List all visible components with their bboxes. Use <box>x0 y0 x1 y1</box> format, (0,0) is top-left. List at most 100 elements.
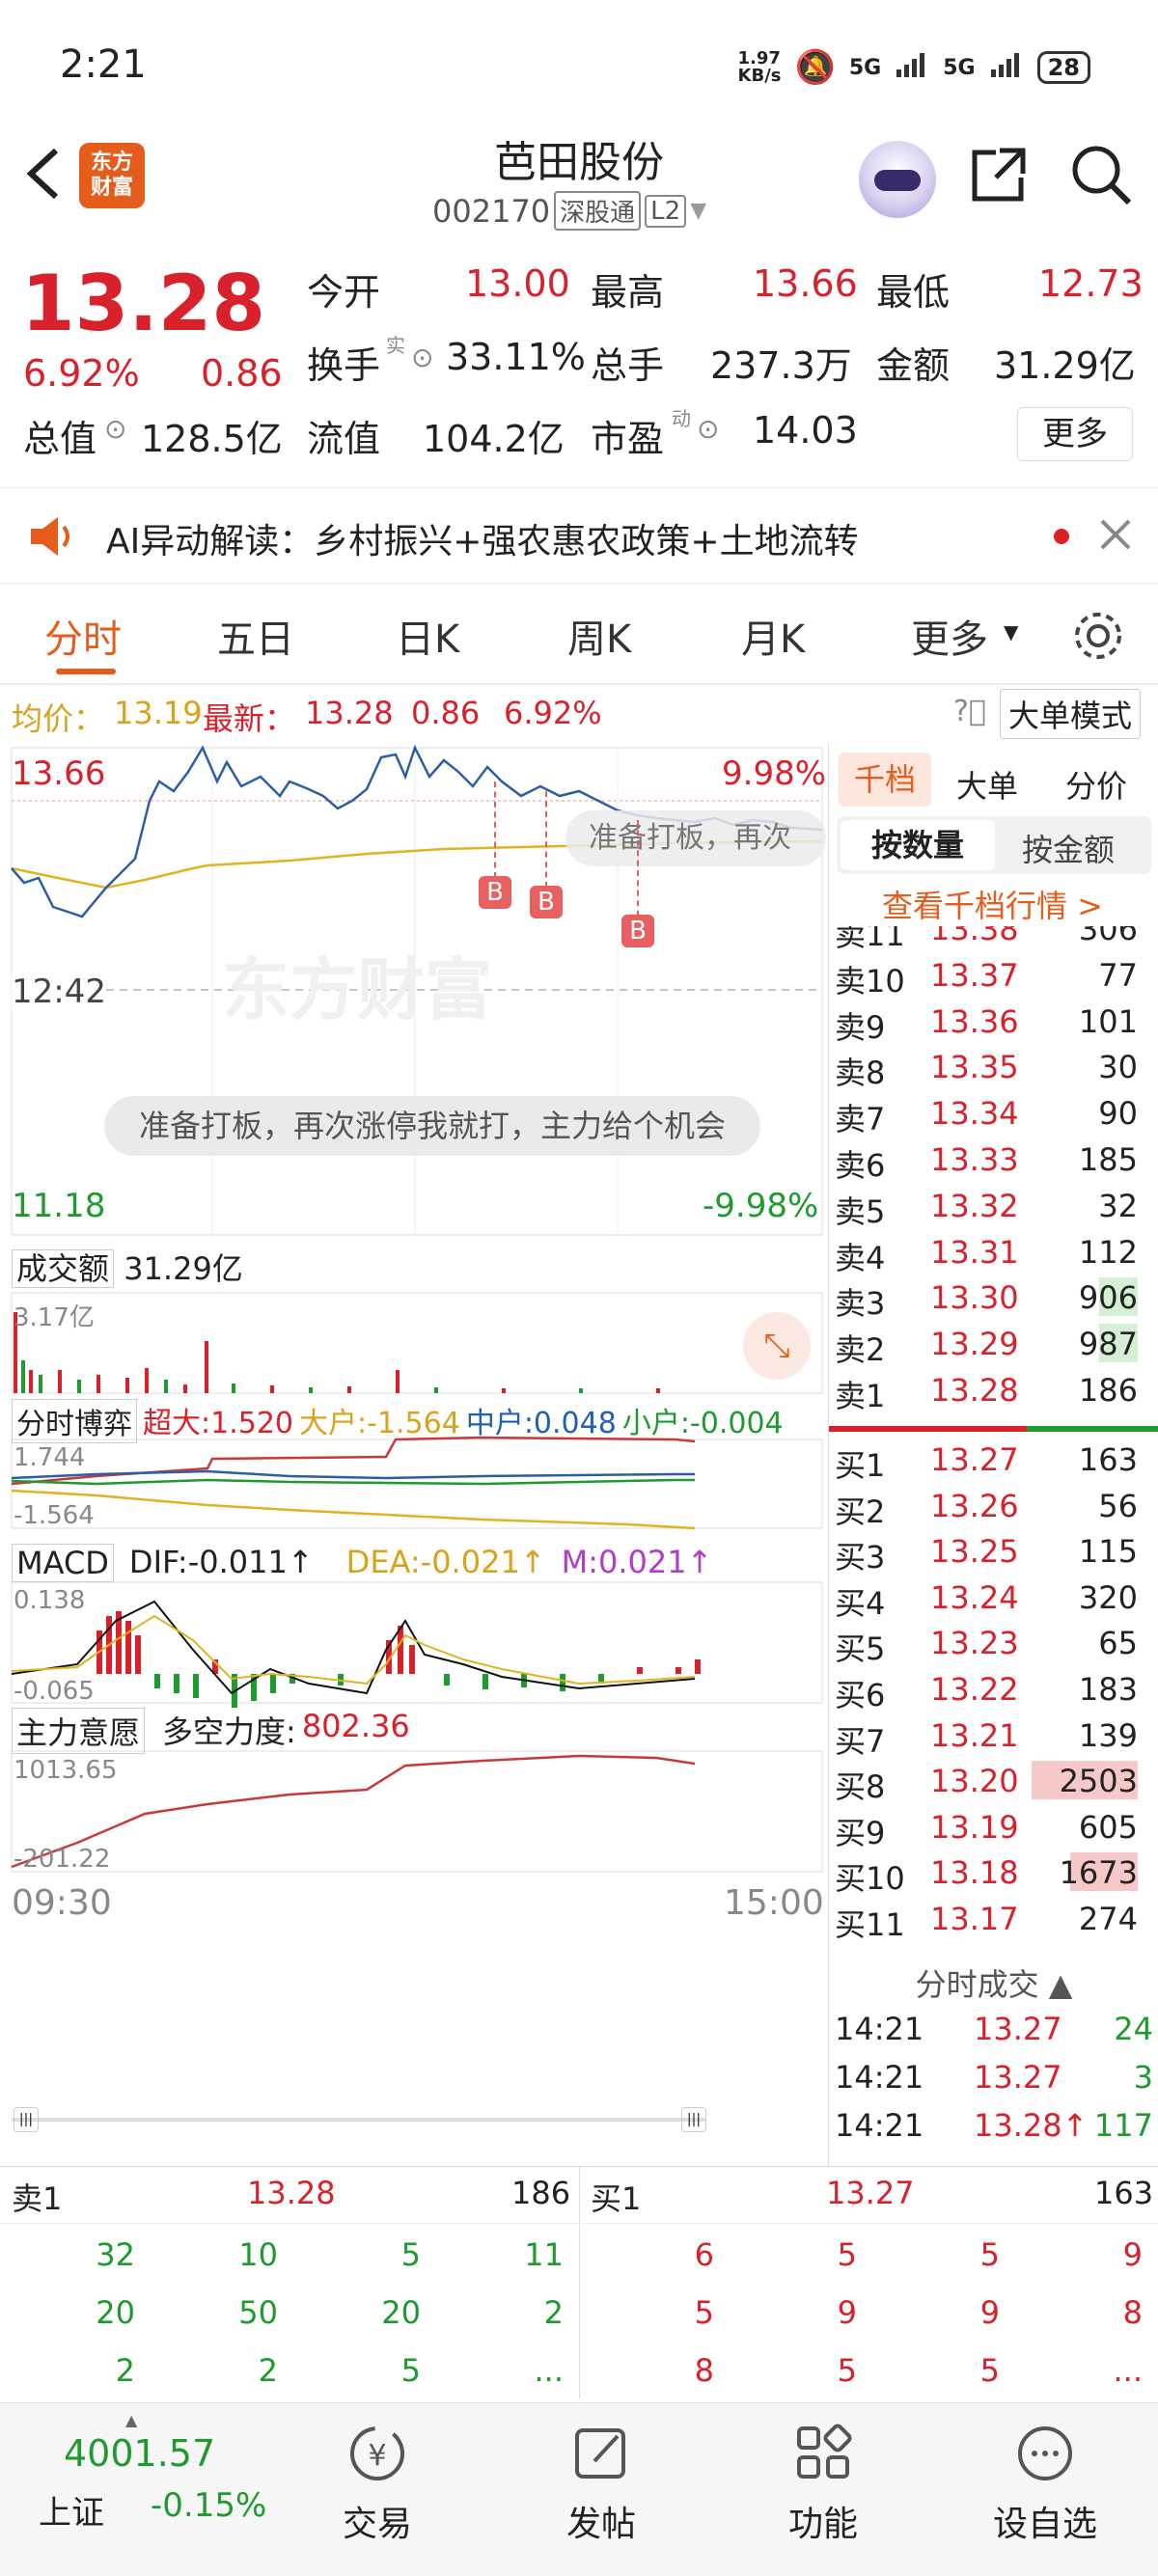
sell-row[interactable]: 卖8 13.35 30 <box>829 1043 1158 1091</box>
buy-label: 买3 <box>835 1539 886 1576</box>
settings-gear-icon[interactable] <box>1071 609 1125 667</box>
robot-avatar-icon[interactable] <box>859 141 936 218</box>
main-force-legend: 主力意愿 多空力度: 802.36 <box>12 1708 410 1754</box>
signal2-label: 5G <box>943 55 976 80</box>
info-icon[interactable]: ⊙ <box>104 413 126 445</box>
large-order-mode-button[interactable]: 大单模式 <box>1000 689 1142 739</box>
functions-button[interactable]: 功能 <box>751 2423 896 2546</box>
index-value[interactable]: 4001.57 <box>64 2432 215 2475</box>
trade-time: 14:21 <box>835 2011 924 2047</box>
sell-row[interactable]: 卖7 13.34 90 <box>829 1089 1158 1137</box>
tab-price-dist[interactable]: 分价 <box>1065 762 1127 807</box>
sell-price: 13.28 <box>930 1372 1019 1409</box>
macd-dea: DEA:-0.021↑ <box>345 1544 546 1580</box>
buy-row[interactable]: 买5 13.23 65 <box>829 1619 1158 1667</box>
add-watchlist-button[interactable]: 设自选 <box>973 2423 1117 2546</box>
sell-row[interactable]: 卖9 13.36 101 <box>829 998 1158 1046</box>
buy-marker[interactable]: B <box>621 915 654 947</box>
buy-label: 买10 <box>835 1860 905 1898</box>
queue-cell: 8 <box>694 2352 714 2389</box>
trade-price: 13.28↑ <box>974 2107 1089 2144</box>
signal2-icon <box>989 50 1024 85</box>
amount-value: 31.29亿 <box>994 344 1136 387</box>
volume-selector[interactable]: 成交额 31.29亿 <box>12 1245 243 1289</box>
trade-price: 13.27 <box>974 2059 1062 2096</box>
buy-vol: 163 <box>1078 1441 1138 1478</box>
queue-cell: 5 <box>400 2352 421 2389</box>
sell1-vol: 186 <box>511 2175 571 2211</box>
sell-row[interactable]: 卖6 13.33 185 <box>829 1136 1158 1184</box>
marker-line <box>637 820 639 926</box>
active-tab-indicator <box>56 669 116 674</box>
buy-row[interactable]: 买8 13.20 2503 <box>829 1757 1158 1805</box>
buy-row[interactable]: 买9 13.19 605 <box>829 1803 1158 1851</box>
sell-row[interactable]: 卖5 13.32 32 <box>829 1182 1158 1230</box>
dropdown-icon[interactable]: ▼ <box>690 199 706 223</box>
main-min: -201.22 <box>14 1845 111 1874</box>
buy-row[interactable]: 买10 13.18 1673 <box>829 1849 1158 1897</box>
info-icon[interactable]: ⊙ <box>411 342 433 373</box>
sell-vol: 112 <box>1078 1233 1138 1271</box>
macd-label[interactable]: MACD <box>12 1544 114 1582</box>
buy-row[interactable]: 买7 13.21 139 <box>829 1712 1158 1760</box>
trades-header[interactable]: 分时成交 ▲ <box>829 1960 1158 2005</box>
close-icon[interactable] <box>1098 517 1133 556</box>
buy-vol: 320 <box>1078 1578 1138 1616</box>
tab-five-day[interactable]: 五日 <box>217 608 294 664</box>
buy-row[interactable]: 买4 13.24 320 <box>829 1574 1158 1622</box>
grid-icon <box>797 2424 852 2479</box>
search-icon[interactable] <box>1069 143 1133 210</box>
trade-row: 14:21 13.27 24 <box>829 2007 1158 2053</box>
status-time: 2:21 <box>60 42 147 87</box>
tab-daily-k[interactable]: 日K <box>396 608 459 664</box>
tab-more[interactable]: 更多 <box>911 608 988 664</box>
scroll-handle-left[interactable]: ||| <box>14 2107 39 2132</box>
flow-label[interactable]: 分时博弈 <box>12 1399 137 1443</box>
buy-row[interactable]: 买2 13.26 56 <box>829 1482 1158 1530</box>
tab-intraday[interactable]: 分时 <box>44 608 122 664</box>
scroll-handle-right[interactable]: ||| <box>681 2107 706 2132</box>
sell-vol: 77 <box>1098 956 1138 994</box>
sell-row[interactable]: 卖3 13.30 906 <box>829 1274 1158 1322</box>
tab-thousand-levels[interactable]: 千档 <box>839 753 931 807</box>
buy-price: 13.22 <box>930 1671 1019 1708</box>
sell-row[interactable]: 卖1 13.28 186 <box>829 1366 1158 1414</box>
sell-row[interactable]: 卖4 13.31 112 <box>829 1228 1158 1276</box>
buy-row[interactable]: 买1 13.27 163 <box>829 1436 1158 1484</box>
chevron-down-icon: ▼ <box>1004 620 1019 644</box>
trade-button[interactable]: ¥ 交易 <box>305 2423 450 2546</box>
trade-vol: 3 <box>1133 2059 1153 2096</box>
by-quantity-button[interactable]: 按数量 <box>841 820 995 870</box>
share-icon[interactable] <box>967 143 1031 210</box>
buy-row[interactable]: 买11 13.17 274 <box>829 1895 1158 1943</box>
sell-row[interactable]: 卖2 13.29 987 <box>829 1320 1158 1368</box>
buy-row[interactable]: 买3 13.25 115 <box>829 1527 1158 1576</box>
sell-row[interactable]: 卖11 13.38 306 <box>829 926 1158 953</box>
buy-marker[interactable]: B <box>479 876 511 909</box>
post-button[interactable]: 发帖 <box>529 2423 674 2546</box>
help-icon[interactable]: ?⃝ <box>953 695 986 728</box>
sell-vol: 101 <box>1078 1002 1138 1040</box>
buy-row[interactable]: 买6 13.22 183 <box>829 1665 1158 1713</box>
intraday-chart[interactable]: 13.66 9.98% 12:42 东方财富 准备打板，再次涨停我就打，主力给个… <box>0 743 826 2166</box>
force-value: 802.36 <box>301 1708 410 1744</box>
stock-code-line: 002170 深股通 L2 ▼ <box>432 191 706 231</box>
sell-row[interactable]: 卖10 13.37 77 <box>829 951 1158 1000</box>
tab-monthly-k[interactable]: 月K <box>741 608 805 664</box>
tab-large-orders[interactable]: 大单 <box>956 762 1018 807</box>
trades-label: 分时成交 <box>915 1966 1039 2003</box>
signal1-label: 5G <box>848 55 882 80</box>
expand-icon[interactable]: ⤡ <box>743 1312 811 1380</box>
sell-price: 13.37 <box>930 956 1019 994</box>
volume-label: 成交额 <box>12 1249 115 1288</box>
tab-weekly-k[interactable]: 周K <box>567 608 631 664</box>
ai-banner[interactable]: AI异动解读：乡村振兴+强农惠农政策+土地流转 <box>0 487 1158 584</box>
more-button[interactable]: 更多 <box>1017 407 1133 461</box>
info-icon[interactable]: ⊙ <box>697 413 719 445</box>
buy1-price: 13.27 <box>826 2175 915 2211</box>
main-force-label[interactable]: 主力意愿 <box>12 1708 146 1754</box>
volume-total: 31.29亿 <box>124 1250 243 1287</box>
buy-marker[interactable]: B <box>530 886 563 918</box>
by-amount-button[interactable]: 按金额 <box>1022 826 1115 870</box>
view-levels-link[interactable]: 查看千档行情 > <box>882 882 1103 926</box>
